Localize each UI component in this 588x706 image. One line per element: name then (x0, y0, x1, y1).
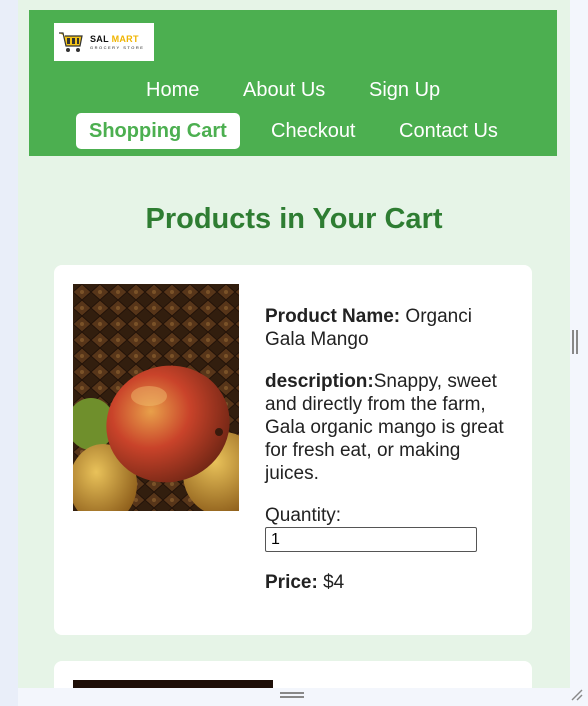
product-info: Product Name: Organci Gala Mango descrip… (265, 305, 515, 613)
viewport-left-margin (0, 0, 18, 706)
product-image (73, 284, 239, 511)
cart-item-card: Product Name: Organci Gala Mango descrip… (54, 265, 532, 635)
cart-item-card-next (54, 661, 532, 688)
vertical-resize-handle[interactable] (572, 330, 578, 354)
price-label: Price: (265, 572, 318, 593)
product-name-line: Product Name: Organci Gala Mango (265, 305, 515, 351)
shopping-cart-logo-icon (59, 32, 83, 52)
product-price-line: Price: $4 (265, 571, 515, 594)
nav-checkout[interactable]: Checkout (271, 113, 356, 149)
nav-about-us[interactable]: About Us (243, 72, 325, 108)
corner-resize-icon[interactable] (570, 688, 584, 702)
nav-shopping-cart[interactable]: Shopping Cart (76, 113, 240, 149)
logo-brand-b: MART (111, 33, 139, 44)
nav-contact-us[interactable]: Contact Us (399, 113, 498, 149)
product-description-label: description: (265, 371, 374, 392)
logo-tagline: GROCERY STORE (90, 44, 145, 50)
page-viewport: SAL MART GROCERY STORE Home About Us Sig… (18, 0, 570, 688)
product-description-line: description:Snappy, sweet and directly f… (265, 370, 515, 485)
logo-brand-a: SAL (90, 33, 109, 44)
horizontal-resize-handle[interactable] (280, 692, 304, 698)
store-logo[interactable]: SAL MART GROCERY STORE (54, 23, 154, 61)
page-title: Products in Your Cart (145, 203, 443, 235)
nav-sign-up[interactable]: Sign Up (369, 72, 440, 108)
quantity-input[interactable] (265, 527, 477, 552)
site-header: SAL MART GROCERY STORE Home About Us Sig… (29, 10, 557, 156)
product-image-next (73, 680, 273, 688)
product-name-label: Product Name: (265, 306, 401, 327)
product-price: $4 (317, 572, 345, 593)
nav-home[interactable]: Home (146, 72, 199, 108)
quantity-label: Quantity: (265, 505, 342, 526)
